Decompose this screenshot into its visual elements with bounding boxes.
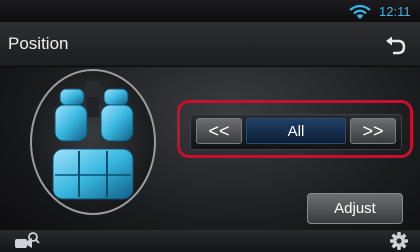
clock: 12:11 [379,4,411,19]
page-title: Position [8,34,69,53]
bottom-bar [0,230,420,252]
previous-position-button[interactable]: << [196,118,242,144]
position-screen: 12:11 Position << All >> Adjust [0,0,420,252]
adjust-button[interactable]: Adjust [307,193,403,224]
back-arrow-icon[interactable] [382,35,410,57]
settings-gear-icon[interactable] [388,231,410,251]
position-value: All [246,118,346,144]
camera-view-icon[interactable] [12,231,40,251]
next-position-button[interactable]: >> [350,118,396,144]
car-seats-icon [30,69,156,215]
wifi-icon [349,4,371,19]
